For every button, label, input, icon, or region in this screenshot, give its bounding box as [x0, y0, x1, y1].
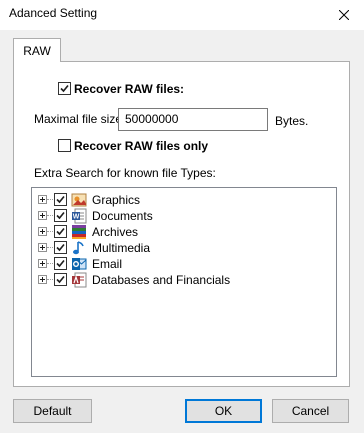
expand-icon[interactable] — [38, 211, 47, 220]
title-bar: Adanced Setting — [0, 0, 364, 30]
graphics-icon — [71, 193, 87, 207]
tab-raw-label: RAW — [23, 43, 51, 58]
tree-line — [47, 263, 53, 265]
expand-icon[interactable] — [38, 195, 47, 204]
tree-line — [47, 231, 53, 233]
tree-item-label: Databases and Financials — [92, 273, 231, 287]
multimedia-checkbox[interactable] — [54, 241, 67, 254]
tree-line — [47, 199, 53, 201]
tree-line — [47, 279, 53, 281]
tree-item-label: Graphics — [92, 193, 141, 207]
graphics-checkbox[interactable] — [54, 193, 67, 206]
archives-checkbox[interactable] — [54, 225, 67, 238]
access-database-icon — [72, 272, 87, 288]
checkmark-icon — [56, 211, 65, 220]
file-types-tree[interactable]: Graphics W Documents Archives Multimedia… — [31, 187, 337, 377]
ok-button-label: OK — [214, 404, 233, 418]
default-button[interactable]: Default — [13, 399, 92, 423]
recover-raw-checkbox[interactable] — [58, 82, 71, 95]
checkmark-icon — [56, 259, 65, 268]
tree-item-label: Multimedia — [92, 241, 151, 255]
cancel-button[interactable]: Cancel — [272, 399, 349, 423]
tree-line — [47, 215, 53, 217]
archive-books-icon — [72, 225, 86, 239]
expand-icon[interactable] — [38, 259, 47, 268]
checkmark-icon — [60, 84, 69, 93]
ok-button[interactable]: OK — [185, 399, 262, 423]
max-file-size-input[interactable]: 50000000 — [118, 108, 268, 131]
outlook-email-icon — [72, 258, 87, 270]
close-icon — [339, 10, 349, 20]
max-file-size-value: 50000000 — [125, 112, 179, 126]
checkmark-icon — [56, 243, 65, 252]
cancel-button-label: Cancel — [291, 404, 330, 418]
expand-icon[interactable] — [38, 275, 47, 284]
tree-item-label: Email — [92, 257, 123, 271]
recover-raw-label: Recover RAW files: — [74, 82, 185, 96]
max-file-size-label: Maximal file size: — [34, 112, 126, 126]
close-button[interactable] — [324, 0, 364, 30]
tree-item-graphics[interactable]: Graphics — [32, 192, 332, 208]
expand-icon[interactable] — [38, 243, 47, 252]
file-types-label: Extra Search for known file Types: — [34, 166, 216, 180]
tree-item-label: Archives — [92, 225, 139, 239]
window-title: Adanced Setting — [9, 6, 98, 20]
tree-item-databases[interactable]: Databases and Financials — [32, 272, 332, 288]
svg-text:W: W — [73, 214, 80, 221]
tree-item-documents[interactable]: W Documents — [32, 208, 332, 224]
recover-raw-only-label: Recover RAW files only — [74, 139, 209, 153]
file-size-unit: Bytes. — [275, 114, 309, 128]
tree-item-multimedia[interactable]: Multimedia — [32, 240, 332, 256]
tree-item-label: Documents — [92, 209, 153, 223]
databases-checkbox[interactable] — [54, 273, 67, 286]
word-document-icon: W — [72, 208, 87, 224]
checkmark-icon — [56, 275, 65, 284]
documents-checkbox[interactable] — [54, 209, 67, 222]
checkmark-icon — [56, 227, 65, 236]
recover-raw-only-checkbox[interactable] — [58, 139, 71, 152]
email-checkbox[interactable] — [54, 257, 67, 270]
expand-icon[interactable] — [38, 227, 47, 236]
checkmark-icon — [56, 195, 65, 204]
tree-item-email[interactable]: Email — [32, 256, 332, 272]
default-button-label: Default — [33, 404, 72, 418]
tab-raw[interactable]: RAW — [13, 38, 61, 62]
tree-line — [47, 247, 53, 249]
music-note-icon — [73, 241, 84, 255]
tree-item-archives[interactable]: Archives — [32, 224, 332, 240]
